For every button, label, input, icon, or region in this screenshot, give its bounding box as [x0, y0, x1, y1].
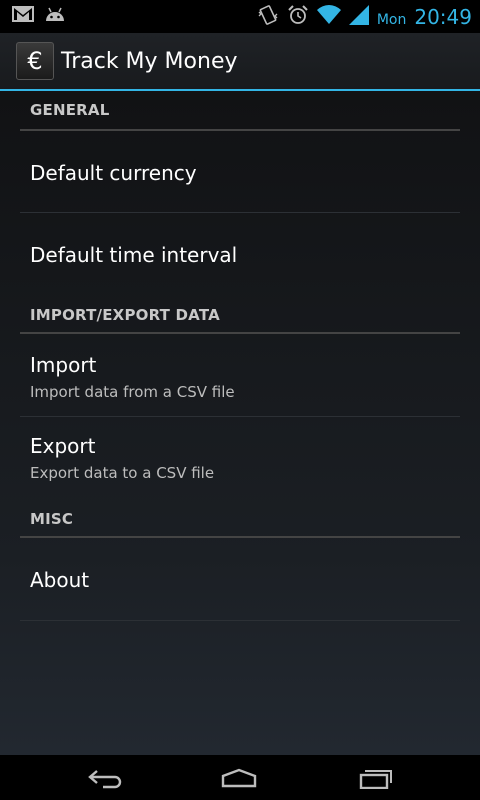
status-time: 20:49 — [414, 5, 472, 29]
pref-summary: Import data from a CSV file — [30, 383, 235, 401]
navigation-bar — [0, 755, 480, 800]
recents-icon[interactable] — [350, 763, 400, 793]
section-header-misc: MISC — [30, 510, 74, 528]
section-header-import-export: IMPORT/EXPORT DATA — [30, 306, 220, 324]
pref-title: Default time interval — [30, 243, 238, 267]
section-header-general: GENERAL — [30, 101, 110, 119]
status-day: Mon — [376, 12, 407, 28]
euro-icon[interactable]: € — [16, 42, 54, 80]
signal-icon — [348, 5, 369, 29]
pref-summary: Export data to a CSV file — [30, 464, 215, 482]
pref-title: Import — [30, 353, 97, 377]
pref-title: About — [30, 568, 90, 592]
pref-import[interactable]: Import Import data from a CSV file — [0, 334, 480, 416]
settings-list: GENERAL Default currency Default time in… — [0, 91, 480, 755]
pref-title: Export — [30, 434, 96, 458]
wifi-icon — [316, 5, 341, 29]
home-icon[interactable] — [214, 763, 264, 793]
pref-title: Default currency — [30, 161, 197, 185]
pref-default-currency[interactable]: Default currency — [0, 131, 480, 213]
gmail-icon — [12, 6, 34, 26]
alarm-icon — [287, 4, 309, 30]
android-icon — [44, 6, 66, 26]
vibrate-icon — [257, 4, 279, 30]
item-divider — [20, 620, 460, 621]
app-title: Track My Money — [61, 49, 238, 74]
pref-export[interactable]: Export Export data to a CSV file — [0, 417, 480, 499]
status-bar: Mon 20:49 — [0, 0, 480, 33]
back-icon[interactable] — [80, 763, 130, 793]
pref-about[interactable]: About — [0, 538, 480, 620]
action-bar: € Track My Money — [0, 33, 480, 91]
pref-default-time-interval[interactable]: Default time interval — [0, 213, 480, 293]
